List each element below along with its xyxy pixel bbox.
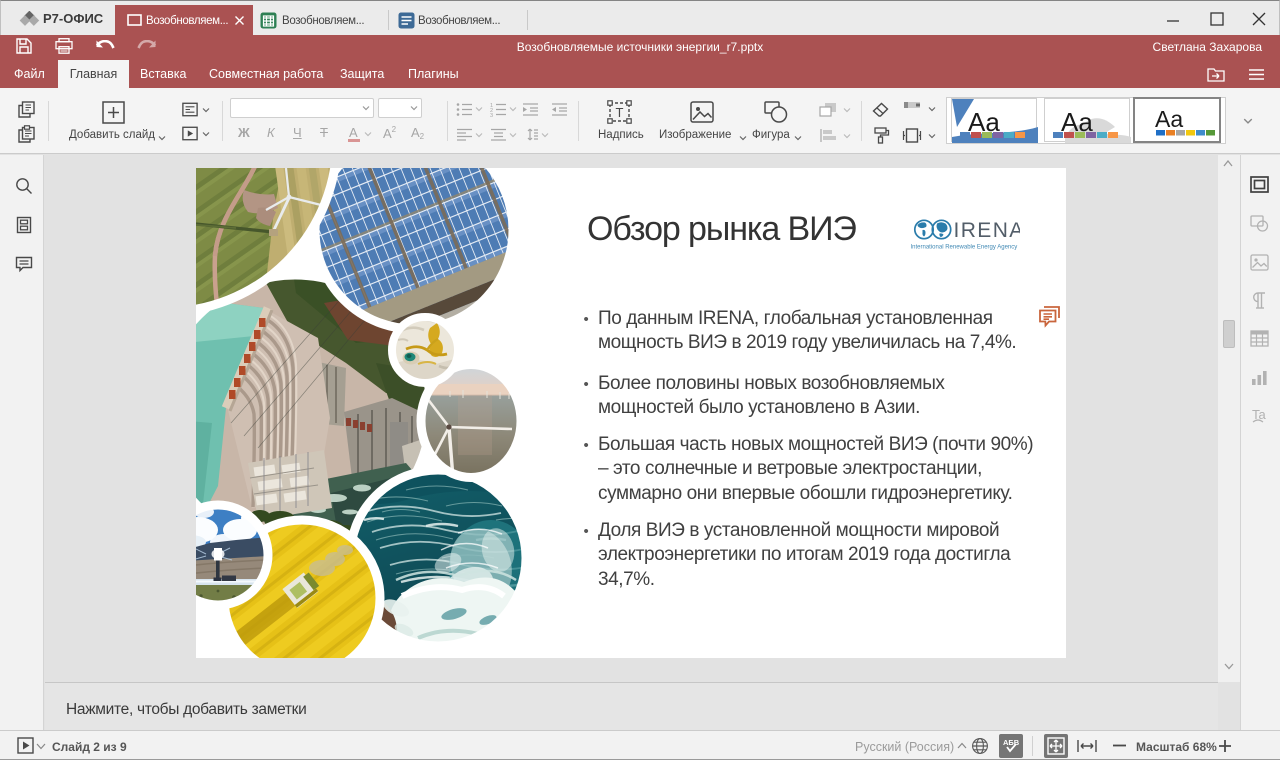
svg-text:T: T (616, 105, 624, 120)
svg-text:3: 3 (490, 113, 493, 117)
svg-text:Aa: Aa (1155, 106, 1183, 132)
svg-text:IRENA: IRENA (954, 219, 1021, 242)
svg-text:АБВ: АБВ (1003, 738, 1020, 747)
svg-text:International Renewable Energy: International Renewable Energy Agency (911, 245, 1018, 251)
